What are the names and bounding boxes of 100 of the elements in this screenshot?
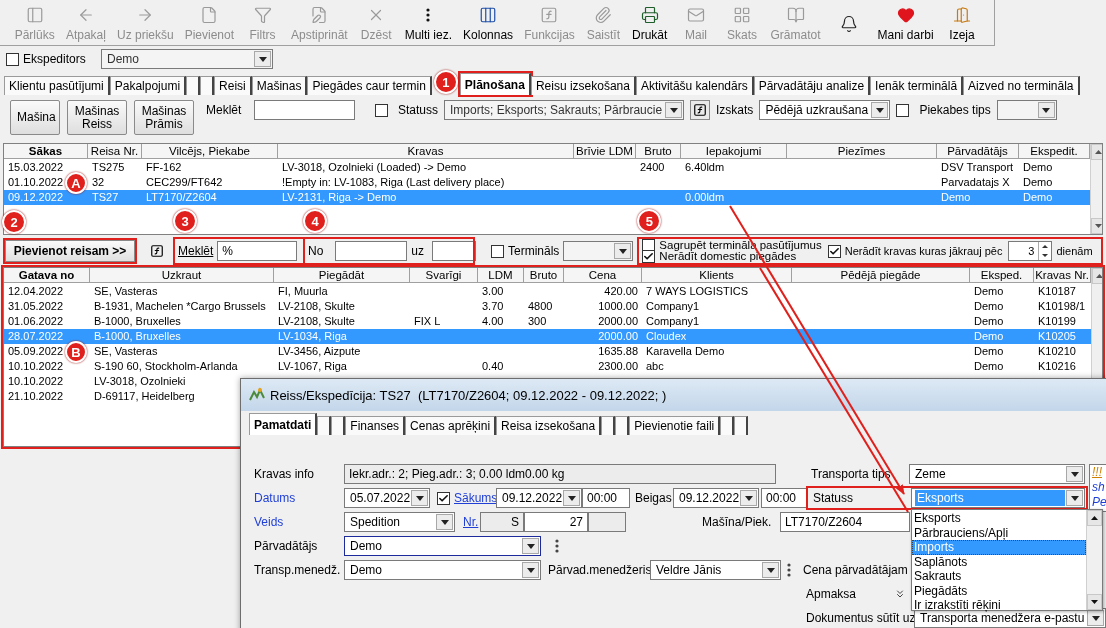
- number-field[interactable]: 3: [1008, 241, 1053, 261]
- tab[interactable]: Reisi: [214, 76, 252, 95]
- column-header[interactable]: Piezīmes: [787, 144, 937, 159]
- select-field[interactable]: Demo: [101, 49, 273, 69]
- scrollbar[interactable]: [1086, 510, 1102, 610]
- column-header[interactable]: Gatava no: [4, 268, 90, 283]
- dropdown-option[interactable]: Pārbrauciens/Apļi: [912, 525, 1086, 540]
- checkbox[interactable]: [896, 103, 910, 117]
- column-header[interactable]: Ekspedit.: [1019, 144, 1090, 159]
- select-field[interactable]: Pēdējā uzkraušana: [759, 100, 891, 120]
- search-field[interactable]: %: [217, 241, 298, 261]
- tab[interactable]: Pārvadātāju analize: [753, 76, 871, 95]
- select-field[interactable]: Zeme: [909, 464, 1085, 484]
- tab[interactable]: Pamatdati: [249, 413, 318, 435]
- note-field[interactable]: !!! sh Pe: [1089, 464, 1106, 512]
- tab[interactable]: [317, 416, 332, 435]
- toolbar-button[interactable]: Mašinas Reiss: [67, 100, 127, 135]
- search-field[interactable]: [254, 100, 355, 120]
- tab[interactable]: [601, 416, 616, 435]
- select-field[interactable]: [996, 100, 1057, 120]
- select-field[interactable]: [563, 241, 634, 261]
- tab[interactable]: [331, 416, 346, 435]
- checkbox[interactable]: [375, 103, 388, 117]
- tab[interactable]: Klientu pasūtījumi: [4, 76, 110, 95]
- tab[interactable]: [186, 76, 201, 95]
- link[interactable]: Nr.: [463, 515, 480, 529]
- column-header[interactable]: Reisa Nr.: [88, 144, 142, 159]
- tab[interactable]: Piegādes caur termin: [307, 76, 432, 95]
- scroll-down-icon[interactable]: [1095, 224, 1102, 228]
- input-field[interactable]: [432, 241, 477, 261]
- tab[interactable]: Reisa izsekošana: [496, 416, 602, 435]
- function-button[interactable]: [690, 100, 711, 120]
- tab[interactable]: Reisu izsekošana: [530, 76, 636, 95]
- column-header[interactable]: Pēdējā piegāde: [792, 268, 970, 283]
- column-header[interactable]: Eksped.: [970, 268, 1034, 283]
- column-header[interactable]: Cena: [564, 268, 642, 283]
- input-field[interactable]: LT7170/Z2604: [780, 512, 910, 532]
- column-header[interactable]: Vilcējs, Piekabe: [142, 144, 278, 159]
- select-field[interactable]: Demo: [344, 560, 541, 580]
- tab[interactable]: Pakalpojumi: [109, 76, 187, 95]
- number-field[interactable]: 27: [524, 512, 588, 532]
- column-header[interactable]: Sākas: [4, 144, 88, 159]
- tab[interactable]: Aizved no termināla: [963, 76, 1080, 95]
- link[interactable]: Sākums: [454, 491, 496, 505]
- select-field[interactable]: Veldre Jānis: [650, 560, 781, 580]
- select-field[interactable]: 09.12.2022: [496, 488, 582, 508]
- toolbar-button[interactable]: Mani darbi: [873, 2, 938, 45]
- dropdown-option[interactable]: Sakrauts: [912, 569, 1086, 584]
- time-field[interactable]: 00:00: [761, 488, 807, 508]
- select-field[interactable]: 09.12.2022: [673, 488, 759, 508]
- toolbar-button[interactable]: Drukāt: [627, 2, 672, 45]
- select-field[interactable]: Imports; Eksports; Sakrauts; Pārbraucie: [444, 100, 685, 120]
- column-header[interactable]: Brīvie LDM: [574, 144, 636, 159]
- checkbox[interactable]: [491, 244, 504, 258]
- kebab-icon[interactable]: [555, 539, 559, 553]
- tab[interactable]: Cenas aprēķini: [405, 416, 497, 435]
- toolbar-button[interactable]: Izeja: [940, 2, 984, 45]
- time-field[interactable]: 00:00: [582, 488, 630, 508]
- column-header[interactable]: Svarīgi: [410, 268, 478, 283]
- column-header[interactable]: Bruto: [636, 144, 681, 159]
- column-header[interactable]: Piegādāt: [274, 268, 410, 283]
- checkbox[interactable]: [437, 491, 450, 505]
- tab[interactable]: Ienāk terminālā: [870, 76, 964, 95]
- kebab-icon[interactable]: [426, 6, 431, 24]
- toolbar-button[interactable]: Kolonnas: [458, 2, 518, 45]
- chevron-icon[interactable]: [894, 588, 906, 600]
- field-label[interactable]: Meklēt: [178, 244, 214, 258]
- tab[interactable]: Finanses: [345, 416, 406, 435]
- column-header[interactable]: LDM: [478, 268, 524, 283]
- toolbar-button[interactable]: Multi iez.: [400, 2, 457, 45]
- column-header[interactable]: Kravas: [278, 144, 574, 159]
- toolbar-button[interactable]: Mašina: [10, 100, 60, 135]
- checkbox[interactable]: [827, 244, 841, 258]
- tab[interactable]: [615, 416, 630, 435]
- column-header[interactable]: Pārvadātājs: [937, 144, 1019, 159]
- dropdown-option[interactable]: Eksports: [912, 511, 1086, 526]
- input-field[interactable]: [335, 241, 408, 261]
- toolbar-button[interactable]: Mašinas Prāmis: [134, 100, 194, 135]
- column-header[interactable]: Uzkraut: [90, 268, 274, 283]
- select-field[interactable]: Spedition: [344, 512, 455, 532]
- scroll-up-icon[interactable]: [1091, 516, 1098, 520]
- select-field[interactable]: Demo: [344, 536, 541, 556]
- scroll-up-icon[interactable]: [1095, 150, 1102, 154]
- checkbox[interactable]: [6, 52, 19, 66]
- column-header[interactable]: Iepakojumi: [681, 144, 787, 159]
- kebab-icon[interactable]: [787, 563, 791, 577]
- column-header[interactable]: Klients: [642, 268, 792, 283]
- dropdown-option[interactable]: Piegādāts: [912, 583, 1086, 598]
- tab[interactable]: Pievienotie faili: [629, 416, 721, 435]
- tab[interactable]: [200, 76, 215, 95]
- tab[interactable]: Aktivitāšu kalendārs: [635, 76, 754, 95]
- tab[interactable]: [720, 416, 735, 435]
- scrollbar[interactable]: [1090, 144, 1102, 234]
- tab[interactable]: [734, 416, 749, 435]
- select-field[interactable]: 05.07.2022: [344, 488, 430, 508]
- tab[interactable]: Plānošana: [459, 73, 531, 95]
- column-header[interactable]: Kravas Nr.: [1034, 268, 1091, 283]
- dropdown-option[interactable]: Saplānots: [912, 554, 1086, 569]
- scroll-up-icon[interactable]: [1096, 274, 1102, 278]
- tab[interactable]: Mašinas: [251, 76, 308, 95]
